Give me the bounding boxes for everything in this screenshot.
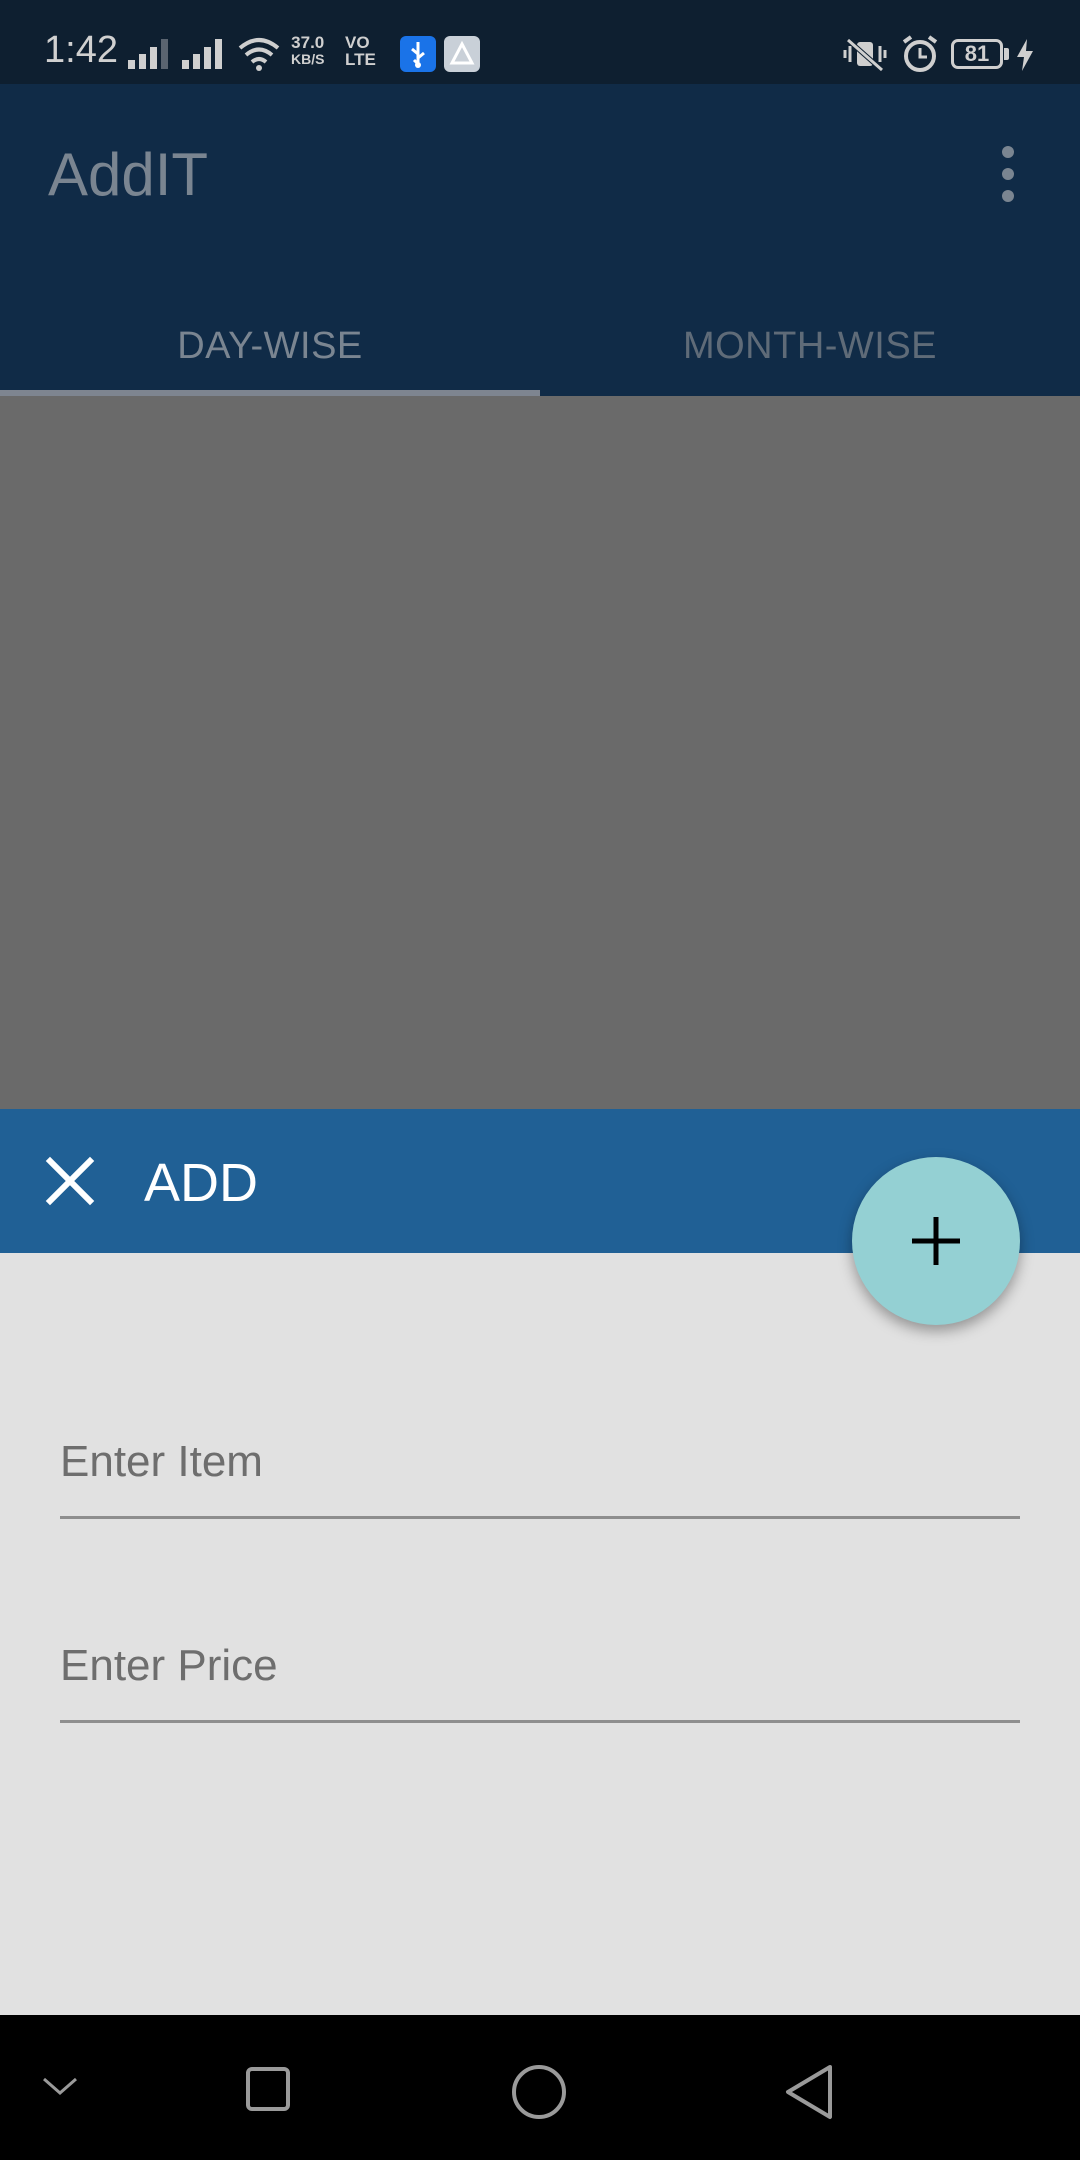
overflow-dot bbox=[1002, 146, 1014, 158]
alarm-icon bbox=[902, 35, 938, 72]
status-time: 1:42 bbox=[44, 29, 118, 71]
nav-collapse-icon[interactable] bbox=[40, 2071, 80, 2101]
tab-day-wise[interactable]: DAY-WISE bbox=[0, 296, 540, 396]
battery-nub bbox=[1004, 48, 1009, 60]
wifi-icon bbox=[238, 38, 280, 71]
overflow-dot bbox=[1002, 168, 1014, 180]
item-underline bbox=[60, 1516, 1020, 1519]
app-title: AddIT bbox=[48, 141, 209, 208]
app-bar: AddIT DAY-WISE MONTH-WISE bbox=[0, 84, 1080, 396]
sheet-title: ADD bbox=[144, 1153, 259, 1213]
nav-back-icon[interactable] bbox=[782, 2063, 836, 2121]
status-bar: 1:42 37.0 KB/S VO LTE 81 bbox=[0, 0, 1080, 84]
price-underline bbox=[60, 1720, 1020, 1723]
signal-icon-2 bbox=[182, 39, 222, 69]
close-icon bbox=[45, 1156, 95, 1206]
battery-icon: 81 bbox=[951, 39, 1003, 69]
close-button[interactable] bbox=[40, 1151, 100, 1211]
item-input[interactable] bbox=[60, 1412, 1020, 1512]
overflow-menu-button[interactable] bbox=[980, 134, 1036, 214]
net-speed-unit: KB/S bbox=[291, 51, 325, 67]
scrim[interactable] bbox=[0, 396, 1080, 1109]
price-field bbox=[60, 1616, 1020, 1726]
app-notification-icon bbox=[444, 36, 480, 72]
nav-home-icon[interactable] bbox=[510, 2063, 568, 2121]
usb-icon bbox=[400, 36, 436, 72]
system-nav-bar bbox=[0, 2015, 1080, 2160]
vibrate-icon bbox=[843, 38, 887, 72]
charging-icon bbox=[1017, 39, 1033, 71]
price-input[interactable] bbox=[60, 1616, 1020, 1716]
add-fab-button[interactable] bbox=[852, 1157, 1020, 1325]
volte-bottom: LTE bbox=[345, 50, 376, 69]
nav-recents-icon[interactable] bbox=[244, 2065, 292, 2113]
volte-top: VO bbox=[345, 33, 370, 52]
screen: 1:42 37.0 KB/S VO LTE 81 AddIT DAY-WISE … bbox=[0, 0, 1080, 2160]
plus-icon bbox=[912, 1217, 960, 1265]
net-speed-value: 37.0 bbox=[291, 33, 325, 52]
item-field bbox=[60, 1412, 1020, 1522]
volte-indicator: VO LTE bbox=[345, 34, 376, 68]
overflow-dot bbox=[1002, 190, 1014, 202]
signal-icon bbox=[128, 39, 168, 69]
net-speed: 37.0 KB/S bbox=[291, 34, 324, 68]
tab-month-wise[interactable]: MONTH-WISE bbox=[540, 296, 1080, 396]
